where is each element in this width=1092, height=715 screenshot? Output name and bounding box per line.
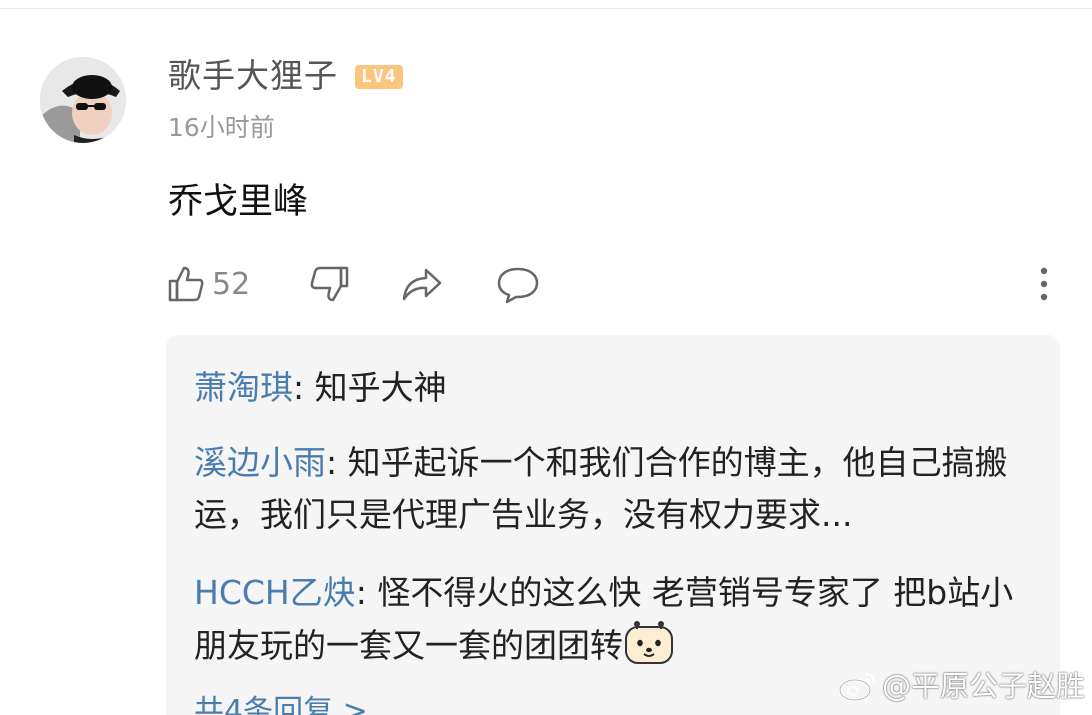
watermark: @平原公子赵胜	[838, 666, 1085, 706]
share-button[interactable]	[400, 262, 444, 306]
reply-author[interactable]: 溪边小雨	[194, 443, 326, 482]
reply-button[interactable]	[496, 262, 540, 306]
avatar-image	[40, 57, 126, 143]
reply-separator: :	[355, 573, 378, 612]
comment-icon	[497, 267, 539, 304]
reply-author[interactable]: HCCH乙炔	[194, 573, 356, 612]
reply-author[interactable]: 萧淘琪	[194, 368, 293, 407]
reply-text: 知乎大神	[314, 368, 447, 407]
more-button[interactable]	[1030, 262, 1058, 306]
thumbs-down-icon	[310, 266, 349, 302]
comment-screen: 歌手大狸子 LV4 16小时前 乔戈里峰 52 萧淘琪: 知乎大神 溪边小雨: …	[0, 0, 1092, 715]
reply-separator: :	[293, 368, 315, 407]
username[interactable]: 歌手大狸子	[168, 56, 338, 96]
reply-item[interactable]: HCCH乙炔: 怪不得火的这么快 老营销号专家了 把b站小朋友玩的一套又一套的团…	[194, 567, 1034, 672]
level-badge: LV4	[355, 65, 403, 89]
avatar[interactable]	[40, 57, 126, 143]
share-icon	[402, 268, 442, 301]
more-icon	[1040, 267, 1048, 301]
timestamp: 16小时前	[168, 113, 275, 142]
reply-separator: :	[326, 443, 348, 482]
comment-text: 乔戈里峰	[168, 182, 309, 222]
reply-item[interactable]: 溪边小雨: 知乎起诉一个和我们合作的博主，他自己搞搬运，我们只是代理广告业务，没…	[194, 437, 1034, 541]
like-button[interactable]: 52	[166, 262, 250, 306]
dislike-button[interactable]	[305, 262, 349, 306]
dog-face-emoji-icon	[623, 619, 675, 665]
like-count: 52	[212, 266, 251, 302]
weibo-icon	[838, 672, 876, 702]
watermark-text: @平原公子赵胜	[882, 669, 1086, 703]
reply-item[interactable]: 萧淘琪: 知乎大神	[194, 362, 1034, 414]
thumbs-up-icon	[168, 266, 204, 302]
top-divider	[0, 8, 1092, 9]
view-more-replies-link[interactable]: 共4条回复 >	[194, 692, 368, 715]
